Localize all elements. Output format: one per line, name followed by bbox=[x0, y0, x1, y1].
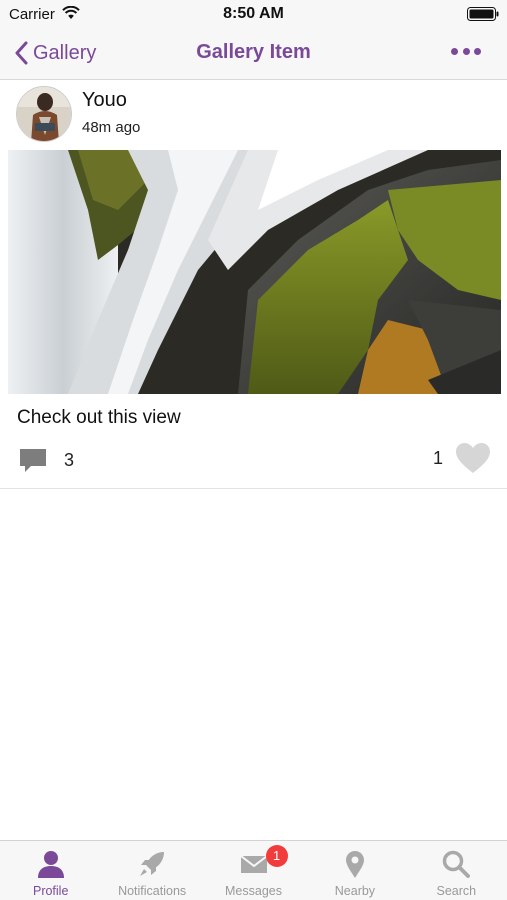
battery-icon bbox=[467, 7, 499, 21]
avatar[interactable] bbox=[16, 86, 72, 142]
status-bar: Carrier 8:50 AM bbox=[0, 0, 507, 28]
tab-search[interactable]: Search bbox=[406, 841, 507, 900]
rocket-icon bbox=[140, 852, 165, 876]
post-caption: Check out this view bbox=[17, 407, 181, 428]
comment-count: 3 bbox=[64, 449, 75, 470]
tab-label: Search bbox=[436, 884, 477, 898]
gallery-post: Youo 48m ago Check out this view 3 1 bbox=[0, 81, 507, 489]
tab-profile[interactable]: Profile bbox=[0, 841, 101, 900]
ellipsis-dot bbox=[451, 48, 458, 55]
tab-messages[interactable]: 1 Messages bbox=[203, 841, 304, 900]
navigation-bar: Gallery Gallery Item bbox=[0, 28, 507, 80]
unread-badge: 1 bbox=[265, 845, 288, 867]
more-options-button[interactable] bbox=[451, 48, 481, 58]
like-count: 1 bbox=[432, 447, 443, 468]
map-pin-icon bbox=[345, 851, 364, 878]
tab-label: Nearby bbox=[334, 884, 376, 898]
likes-area: 1 bbox=[433, 441, 491, 475]
avatar-image bbox=[17, 87, 71, 141]
clock: 8:50 AM bbox=[223, 5, 284, 22]
tab-notifications[interactable]: Notifications bbox=[101, 841, 202, 900]
post-photo[interactable] bbox=[8, 150, 501, 394]
person-icon bbox=[37, 851, 64, 878]
tab-bar: Profile Notifications 1 Messages Nearby … bbox=[0, 840, 507, 900]
envelope-icon bbox=[239, 855, 268, 873]
waterfall-image bbox=[8, 150, 501, 394]
heart-icon bbox=[456, 443, 490, 473]
comments-button[interactable]: 3 bbox=[18, 445, 74, 475]
author-name[interactable]: Youo bbox=[82, 89, 127, 112]
tab-label: Notifications bbox=[118, 884, 187, 898]
speech-bubble-icon bbox=[20, 449, 46, 472]
like-button[interactable] bbox=[455, 442, 491, 474]
chevron-left-icon bbox=[15, 41, 28, 65]
ellipsis-dot bbox=[474, 48, 481, 55]
magnifier-icon bbox=[443, 850, 471, 878]
tab-nearby[interactable]: Nearby bbox=[304, 841, 405, 900]
ellipsis-dot bbox=[462, 48, 470, 55]
post-timestamp: 48m ago bbox=[82, 119, 141, 136]
tab-label: Profile bbox=[32, 884, 69, 898]
tab-label: Messages bbox=[225, 884, 282, 898]
back-label: Gallery bbox=[33, 41, 97, 64]
back-button[interactable]: Gallery bbox=[14, 39, 96, 67]
